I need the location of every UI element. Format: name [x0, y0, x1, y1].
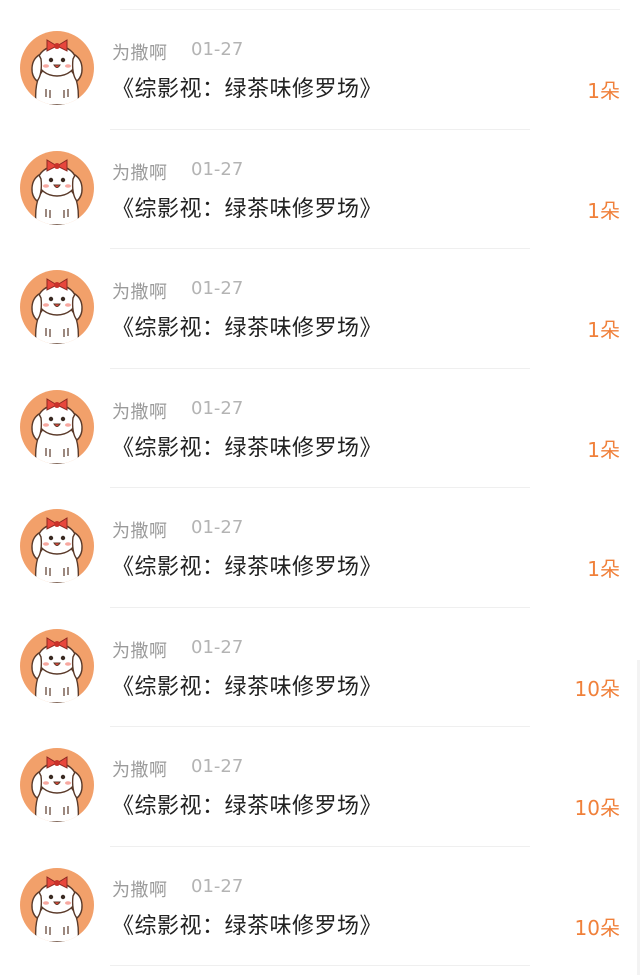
avatar[interactable]: [20, 748, 94, 822]
avatar[interactable]: [20, 867, 94, 942]
puppy-avatar-icon: [20, 270, 94, 344]
sender-name[interactable]: 为撒啊: [112, 517, 168, 543]
gift-record-list: 为撒啊 01-27 《综影视：绿茶味修罗场》 1朵 为撒啊 01-27 《综影视…: [0, 0, 640, 975]
puppy-avatar-icon: [20, 389, 94, 464]
sender-name[interactable]: 为撒啊: [112, 39, 168, 65]
avatar[interactable]: [20, 150, 94, 225]
gift-amount: 1朵: [587, 437, 620, 462]
sender-name[interactable]: 为撒啊: [112, 398, 168, 424]
avatar[interactable]: [20, 270, 94, 344]
sender-name[interactable]: 为撒啊: [112, 159, 168, 185]
book-title[interactable]: 《综影视：绿茶味修罗场》: [112, 310, 382, 342]
gift-amount: 1朵: [587, 79, 620, 103]
avatar[interactable]: [20, 389, 94, 464]
gift-amount: 1朵: [587, 198, 620, 223]
row-divider: [110, 965, 530, 966]
gift-amount: 10朵: [574, 676, 620, 701]
list-item[interactable]: 为撒啊 01-27 《综影视：绿茶味修罗场》 1朵: [0, 488, 640, 608]
puppy-avatar-icon: [20, 31, 94, 105]
list-item[interactable]: 为撒啊 01-27 《综影视：绿茶味修罗场》 1朵: [0, 369, 640, 488]
gift-date: 01-27: [191, 278, 244, 299]
avatar[interactable]: [20, 628, 94, 703]
gift-date: 01-27: [191, 636, 244, 658]
puppy-avatar-icon: [20, 628, 94, 703]
list-item[interactable]: 为撒啊 01-27 《综影视：绿茶味修罗场》 10朵: [0, 727, 640, 847]
list-item[interactable]: 为撒啊 01-27 《综影视：绿茶味修罗场》 1朵: [0, 249, 640, 369]
gift-amount: 1朵: [587, 318, 620, 342]
list-item[interactable]: 为撒啊 01-27 《综影视：绿茶味修罗场》 1朵: [0, 130, 640, 249]
gift-date: 01-27: [191, 756, 244, 777]
gift-date: 01-27: [191, 517, 244, 538]
gift-amount: 10朵: [574, 796, 620, 820]
sender-name[interactable]: 为撒啊: [112, 876, 168, 902]
gift-date: 01-27: [191, 158, 244, 180]
book-title[interactable]: 《综影视：绿茶味修罗场》: [112, 549, 382, 581]
list-item[interactable]: 为撒啊 01-27 《综影视：绿茶味修罗场》 10朵: [0, 608, 640, 727]
gift-date: 01-27: [191, 875, 244, 897]
gift-date: 01-27: [191, 397, 244, 419]
book-title[interactable]: 《综影视：绿茶味修罗场》: [112, 669, 382, 701]
puppy-avatar-icon: [20, 867, 94, 942]
book-title[interactable]: 《综影视：绿茶味修罗场》: [112, 191, 382, 223]
avatar[interactable]: [20, 31, 94, 105]
sender-name[interactable]: 为撒啊: [112, 756, 168, 782]
book-title[interactable]: 《综影视：绿茶味修罗场》: [112, 430, 382, 462]
gift-amount: 1朵: [587, 557, 620, 581]
sender-name[interactable]: 为撒啊: [112, 278, 168, 304]
list-item[interactable]: 为撒啊 01-27 《综影视：绿茶味修罗场》 10朵: [0, 847, 640, 966]
gift-date: 01-27: [191, 39, 244, 60]
sender-name[interactable]: 为撒啊: [112, 637, 168, 663]
list-item[interactable]: 为撒啊 01-27 《综影视：绿茶味修罗场》 1朵: [0, 10, 640, 130]
book-title[interactable]: 《综影视：绿茶味修罗场》: [112, 788, 382, 820]
puppy-avatar-icon: [20, 748, 94, 822]
book-title[interactable]: 《综影视：绿茶味修罗场》: [112, 71, 382, 103]
book-title[interactable]: 《综影视：绿茶味修罗场》: [112, 908, 382, 940]
puppy-avatar-icon: [20, 150, 94, 225]
gift-amount: 10朵: [574, 915, 620, 940]
avatar[interactable]: [20, 509, 94, 583]
puppy-avatar-icon: [20, 509, 94, 583]
